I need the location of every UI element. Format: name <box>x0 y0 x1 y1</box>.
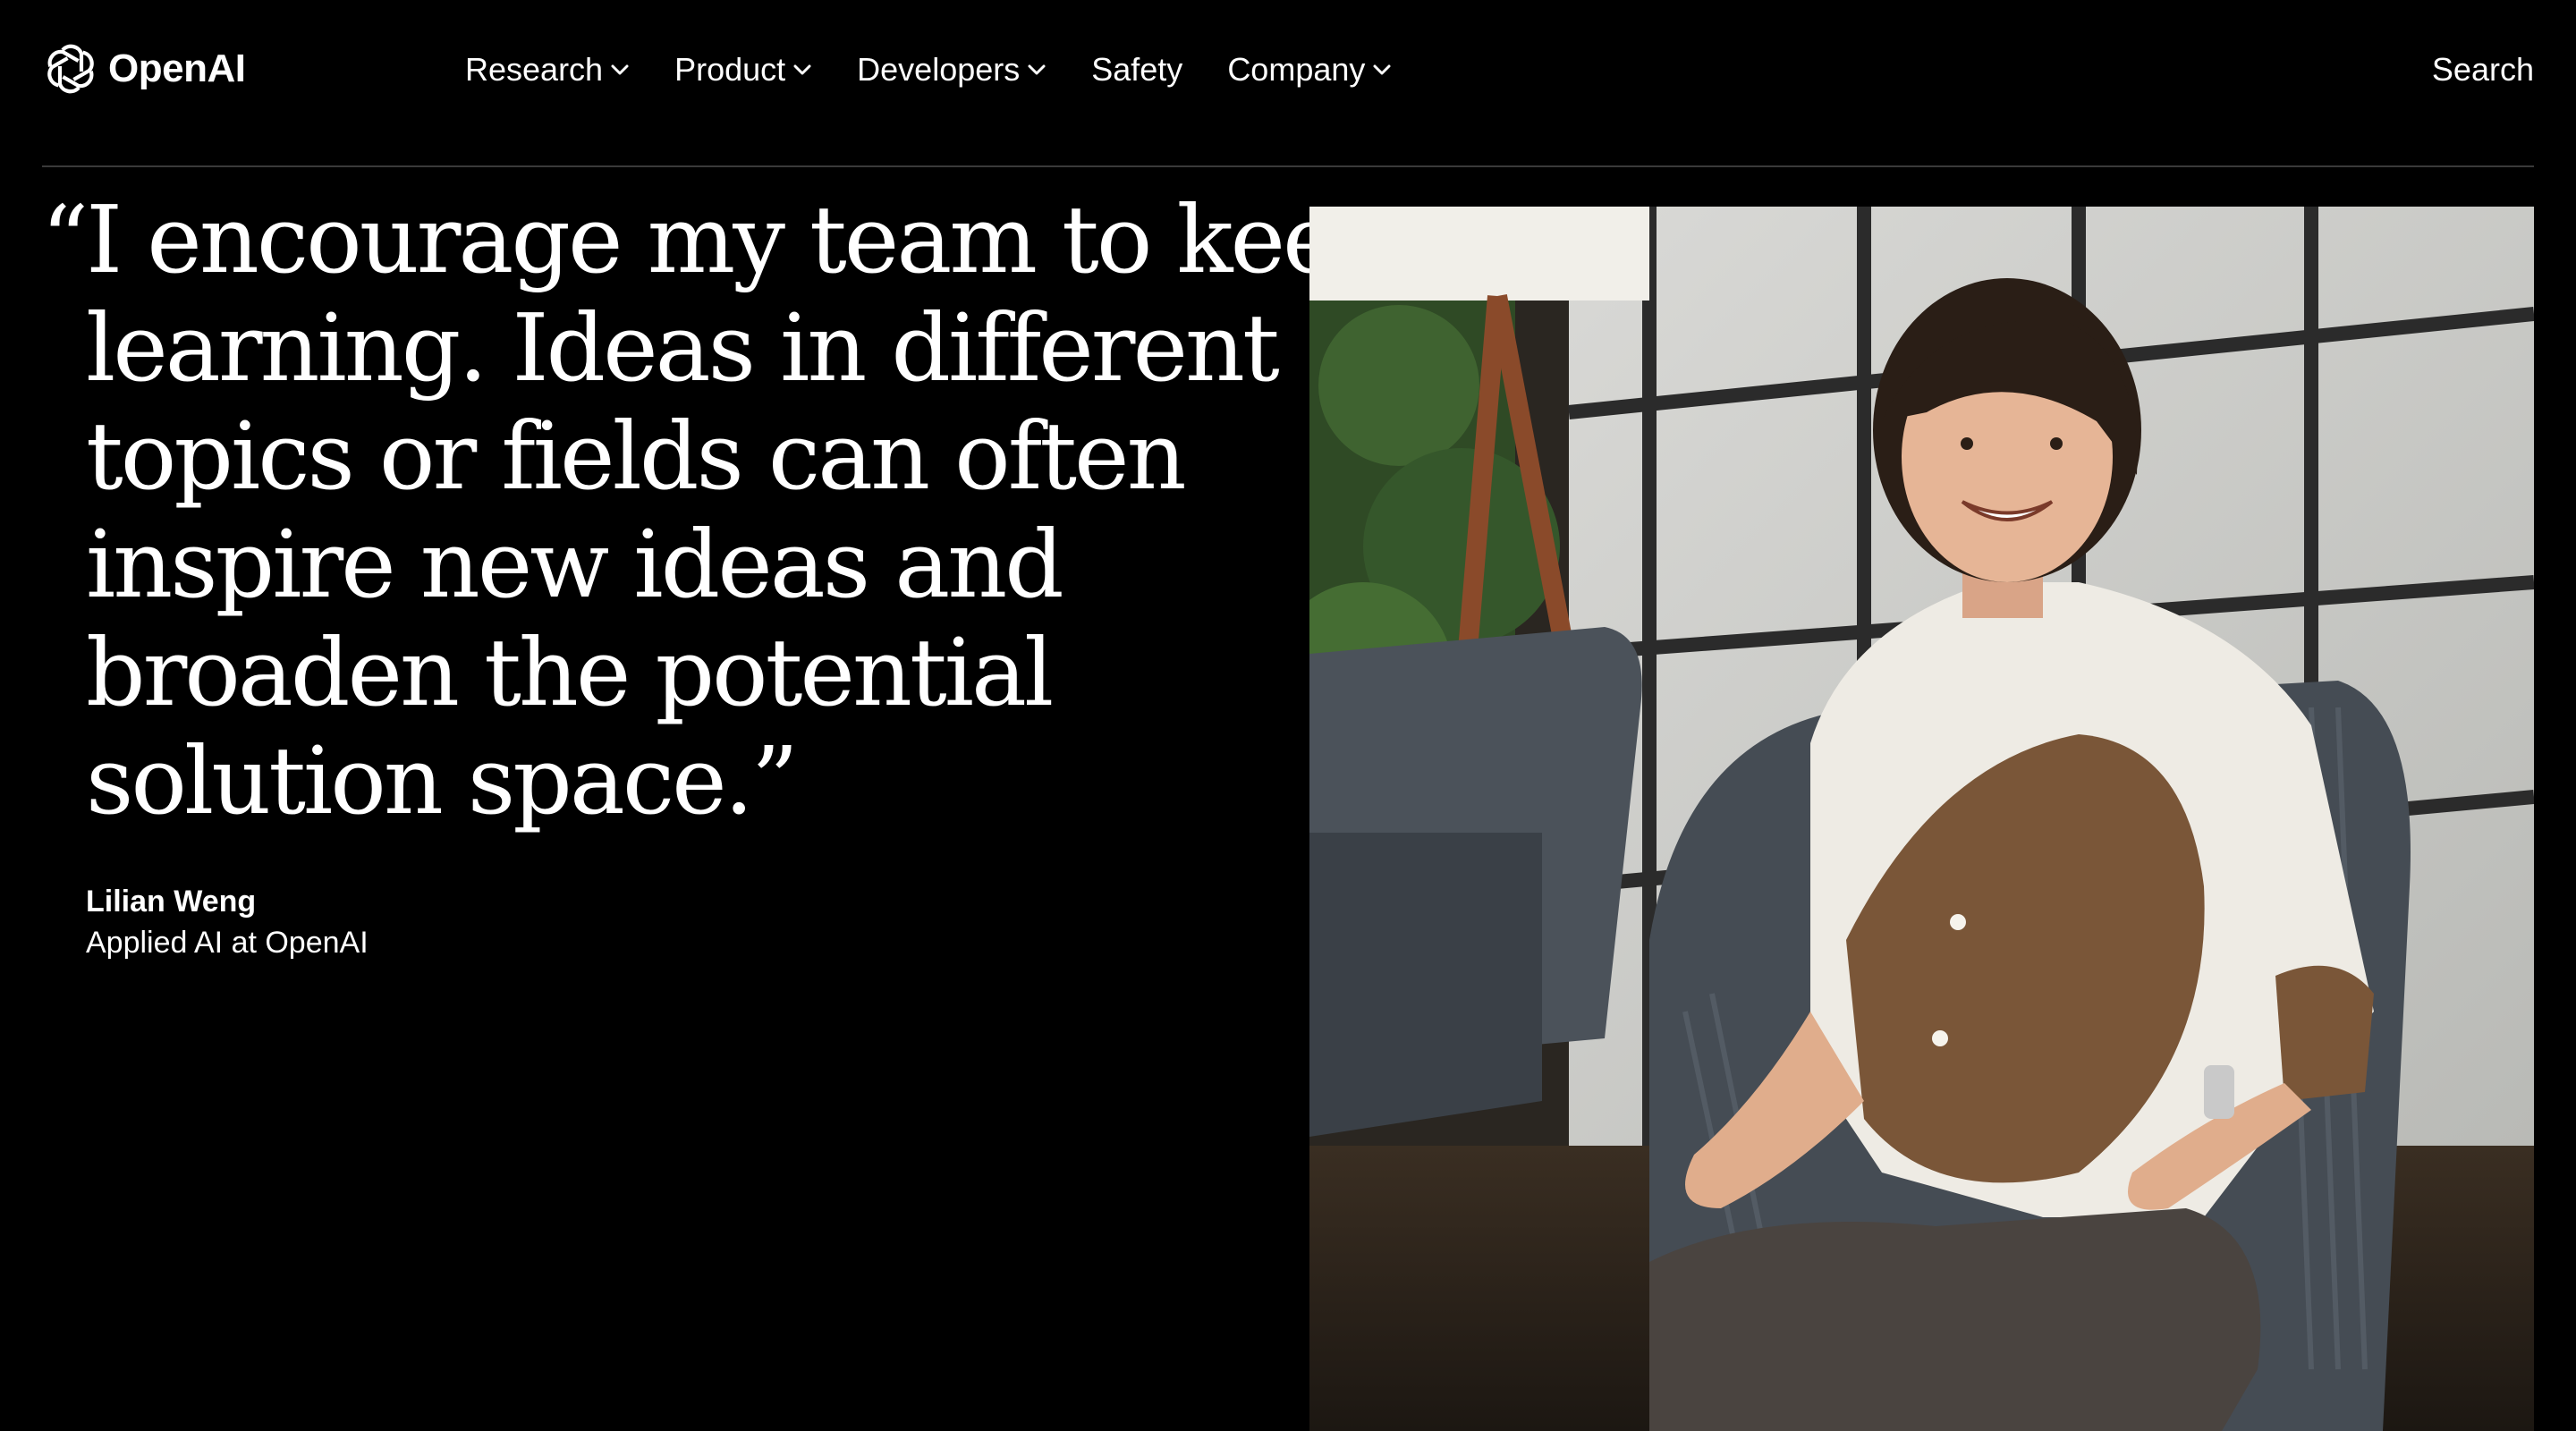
author-name: Lilian Weng <box>86 885 257 919</box>
nav-item-safety[interactable]: Safety <box>1091 51 1182 89</box>
nav-item-developers[interactable]: Developers <box>857 51 1046 89</box>
chevron-down-icon <box>1373 64 1391 75</box>
nav-item-label: Product <box>674 51 786 88</box>
nav-item-label: Developers <box>857 51 1021 88</box>
nav-item-product[interactable]: Product <box>674 51 812 89</box>
quote-line: inspire new ideas and <box>86 510 1064 619</box>
nav-item-label: Research <box>465 51 604 88</box>
openai-logo[interactable]: OpenAI <box>42 39 246 98</box>
chevron-down-icon <box>1028 64 1046 75</box>
quote-line: learning. Ideas in different <box>86 293 1280 402</box>
search-button[interactable]: Search <box>2432 45 2534 95</box>
quote-attribution: Lilian Weng Applied AI at OpenAI <box>86 881 369 963</box>
nav-item-label: Safety <box>1091 51 1183 88</box>
quote-line: solution space.” <box>86 726 799 835</box>
quote-text: “I encourage my team to keep learning. I… <box>41 185 1394 835</box>
quote-line: broaden the potential <box>86 618 1054 727</box>
portrait-illustration <box>1309 207 2534 1431</box>
quote-line: topics or fields can often <box>86 402 1187 511</box>
nav-item-company[interactable]: Company <box>1227 51 1392 89</box>
author-role: Applied AI at OpenAI <box>86 926 369 960</box>
site-header: OpenAI Research Product Developers Safet… <box>0 0 2576 166</box>
main-nav: Research Product Developers Safety Compa… <box>465 45 1436 95</box>
nav-item-label: Company <box>1227 51 1366 88</box>
nav-item-research[interactable]: Research <box>465 51 630 89</box>
quote-line: “I encourage my team to keep <box>41 185 1394 294</box>
header-divider <box>42 165 2534 167</box>
logo-wordmark: OpenAI <box>108 47 246 90</box>
chevron-down-icon <box>793 64 811 75</box>
openai-logo-icon <box>47 44 94 94</box>
portrait-photo <box>1309 207 2534 1431</box>
chevron-down-icon <box>611 64 629 75</box>
